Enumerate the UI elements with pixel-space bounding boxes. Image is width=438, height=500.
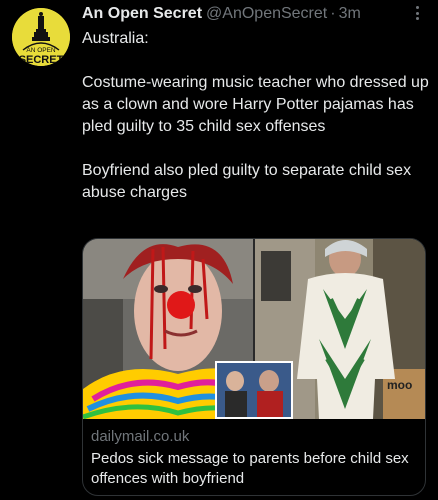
avatar-logo: AN OPEN SECRET xyxy=(12,8,70,66)
card-photo-collage: moo xyxy=(83,239,425,419)
tweet-paragraph: Costume-wearing music teacher who dresse… xyxy=(82,74,429,135)
card-title[interactable]: Pedos sick message to parents before chi… xyxy=(91,449,415,489)
timestamp[interactable]: 3m xyxy=(339,5,361,23)
link-card[interactable]: moo dailymail.co.uk Pedos sick message t… xyxy=(82,238,426,496)
tweet[interactable]: AN OPEN SECRET An Open Secret @AnOpenSec… xyxy=(0,0,438,500)
more-options-icon[interactable] xyxy=(416,6,420,20)
card-image[interactable]: moo xyxy=(83,239,425,419)
author-name[interactable]: An Open Secret xyxy=(82,5,202,23)
avatar[interactable]: AN OPEN SECRET xyxy=(12,8,70,66)
svg-text:SECRET: SECRET xyxy=(19,54,64,66)
svg-text:AN OPEN: AN OPEN xyxy=(26,47,56,54)
separator: · xyxy=(330,5,336,22)
tweet-text: Australia: Costume-wearing music teacher… xyxy=(82,28,432,204)
tweet-paragraph: Australia: xyxy=(82,30,149,47)
card-domain: dailymail.co.uk xyxy=(91,428,190,445)
tweet-header: An Open Secret @AnOpenSecret · 3m xyxy=(82,3,428,25)
author-handle[interactable]: @AnOpenSecret xyxy=(206,5,327,23)
box-text: moo xyxy=(387,378,412,392)
tweet-paragraph: Boyfriend also pled guilty to separate c… xyxy=(82,162,412,201)
card-meta: dailymail.co.uk Pedos sick message to pa… xyxy=(83,419,425,489)
